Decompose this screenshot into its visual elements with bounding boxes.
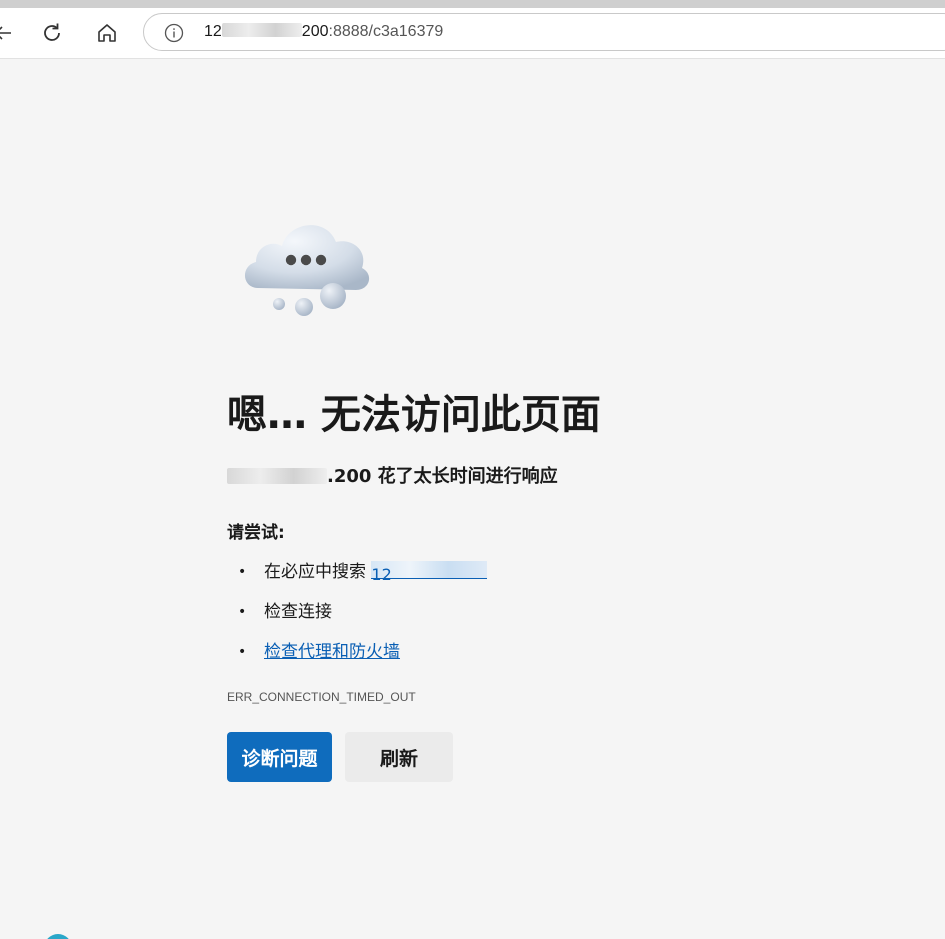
host-redacted [227, 468, 327, 484]
window-top-strip [0, 0, 945, 8]
proxy-firewall-link[interactable]: 检查代理和防火墙 [264, 642, 400, 662]
back-icon[interactable] [0, 18, 18, 48]
bing-search-link[interactable]: 12 [371, 561, 488, 584]
address-bar[interactable]: 12 200:8888/c3a16379 [143, 13, 945, 51]
refresh-button[interactable]: 刷新 [345, 732, 453, 782]
url-host-start: 12 [204, 23, 222, 40]
list-item: 在必应中搜索 12 [227, 558, 488, 598]
corner-badge [44, 934, 72, 939]
cloud-error-icon [238, 212, 374, 320]
url-text[interactable]: 12 200:8888/c3a16379 [204, 23, 443, 41]
reload-icon[interactable] [37, 18, 67, 48]
error-code: ERR_CONNECTION_TIMED_OUT [227, 690, 416, 704]
diagnose-button[interactable]: 诊断问题 [227, 732, 332, 782]
try-label: 请尝试: [227, 523, 285, 543]
subtitle-text: .200 花了太长时间进行响应 [327, 466, 558, 487]
list-item: 检查连接 [227, 598, 487, 638]
suggestion-text: 在必应中搜索 [264, 562, 372, 582]
home-icon[interactable] [92, 18, 122, 48]
url-path: :8888/c3a16379 [328, 23, 444, 40]
url-redacted [221, 23, 302, 37]
suggestion-list: 在必应中搜索 12 检查连接 检查代理和防火墙 [227, 558, 488, 678]
info-icon[interactable] [164, 23, 184, 43]
url-host-end: 200 [301, 23, 329, 40]
browser-toolbar: 12 200:8888/c3a16379 [0, 8, 945, 59]
suggestion-text: 检查连接 [264, 602, 332, 622]
page-title: 嗯… 无法访问此页面 [227, 392, 601, 438]
list-item: 检查代理和防火墙 [227, 638, 487, 678]
error-subtitle: .200 花了太长时间进行响应 [227, 462, 558, 488]
